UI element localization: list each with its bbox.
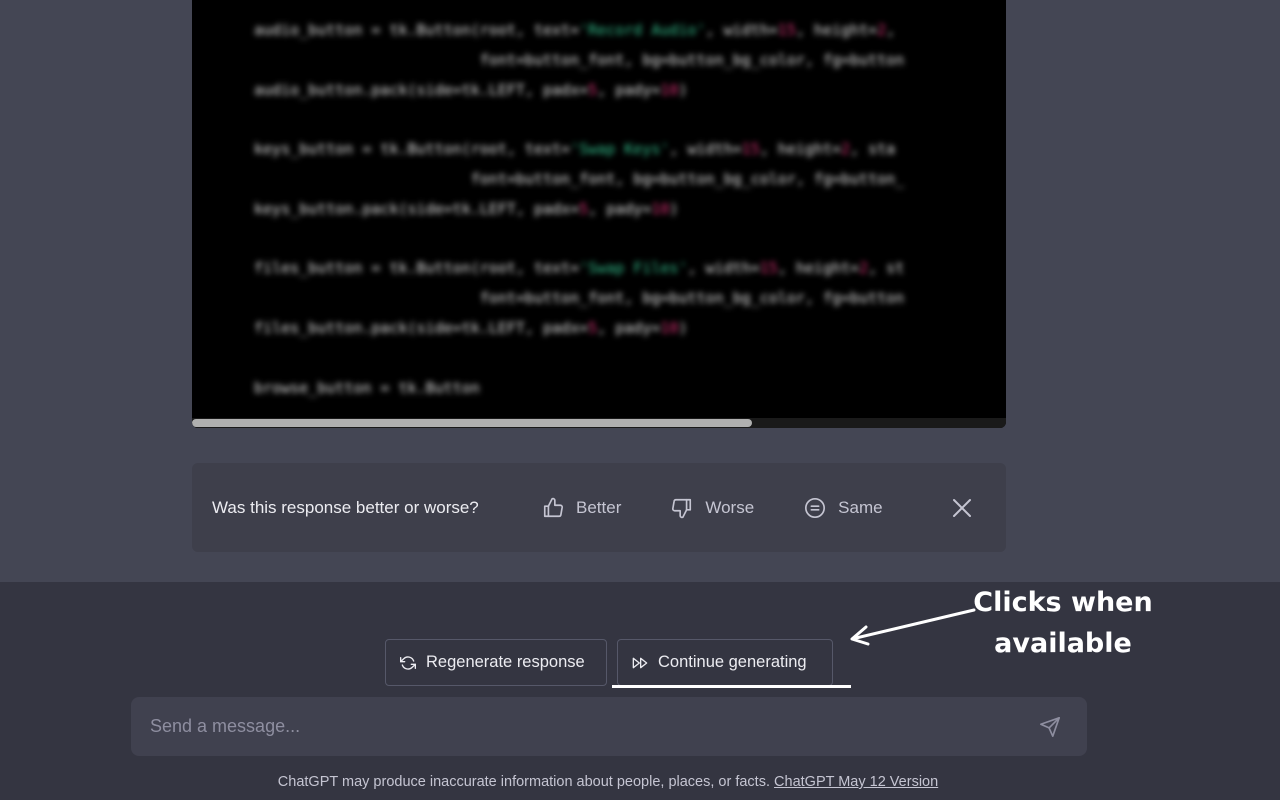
code-content: audio_button = tk.Button(root, text='Rec…: [254, 16, 1006, 403]
fast-forward-icon: [632, 657, 648, 668]
code-scrollbar-thumb[interactable]: [192, 419, 752, 427]
code-line: audio_button.pack(side=tk.LEFT, padx=5, …: [254, 80, 688, 99]
worse-button[interactable]: Worse: [671, 497, 754, 519]
worse-label: Worse: [705, 497, 755, 517]
better-label: Better: [576, 497, 622, 517]
annotation-line-1: Clicks when: [973, 587, 1153, 618]
chat-area: audio_button = tk.Button(root, text='Rec…: [0, 0, 1280, 582]
equal-circle-icon: [805, 497, 826, 518]
code-line: files_button = tk.Button(root, text='Swa…: [254, 259, 905, 278]
code-line: keys_button = tk.Button(root, text='Swap…: [254, 140, 896, 159]
feedback-question: Was this response better or worse?: [212, 497, 479, 517]
thumbs-down-icon: [672, 498, 692, 518]
message-composer: [131, 697, 1087, 756]
code-line: font=button_font, bg=button_bg_color, fg…: [254, 289, 905, 308]
regenerate-label: Regenerate response: [426, 653, 585, 671]
bottom-composer-area: Clicks when available Regenerate respons…: [0, 582, 1280, 800]
annotation-arrow-icon: [850, 608, 976, 646]
code-line: browse_button = tk.Button: [254, 378, 480, 397]
code-horizontal-scrollbar[interactable]: [192, 418, 1006, 428]
annotation-underline: [612, 685, 851, 688]
same-label: Same: [838, 497, 883, 517]
regenerate-response-button[interactable]: Regenerate response: [385, 639, 607, 686]
continue-generating-button[interactable]: Continue generating: [617, 639, 833, 686]
code-line: font=button_font, bg=button_bg_color, fg…: [254, 169, 905, 188]
code-line: font=button_font, bg=button_bg_color, fg…: [254, 50, 905, 69]
code-block: audio_button = tk.Button(root, text='Rec…: [192, 0, 1006, 428]
disclaimer-text: ChatGPT may produce inaccurate informati…: [277, 774, 770, 790]
continue-label: Continue generating: [658, 653, 807, 671]
send-icon[interactable]: [1039, 716, 1061, 738]
same-button[interactable]: Same: [804, 497, 883, 519]
refresh-icon: [400, 655, 416, 670]
better-button[interactable]: Better: [542, 497, 621, 519]
version-link[interactable]: ChatGPT May 12 Version: [774, 774, 938, 790]
code-line: audio_button = tk.Button(root, text='Rec…: [254, 21, 896, 39]
annotation-line-2: available: [994, 628, 1132, 659]
annotation-callout: Clicks when available: [958, 582, 1168, 664]
thumbs-up-icon: [543, 497, 563, 517]
code-line: files_button.pack(side=tk.LEFT, padx=5, …: [254, 318, 688, 337]
code-line: keys_button.pack(side=tk.LEFT, padx=5, p…: [254, 199, 679, 218]
message-input[interactable]: [150, 716, 1039, 737]
close-icon[interactable]: [950, 496, 974, 520]
footer-disclaimer: ChatGPT may produce inaccurate informati…: [0, 774, 1216, 790]
feedback-bar: Was this response better or worse? Bette…: [192, 463, 1006, 552]
